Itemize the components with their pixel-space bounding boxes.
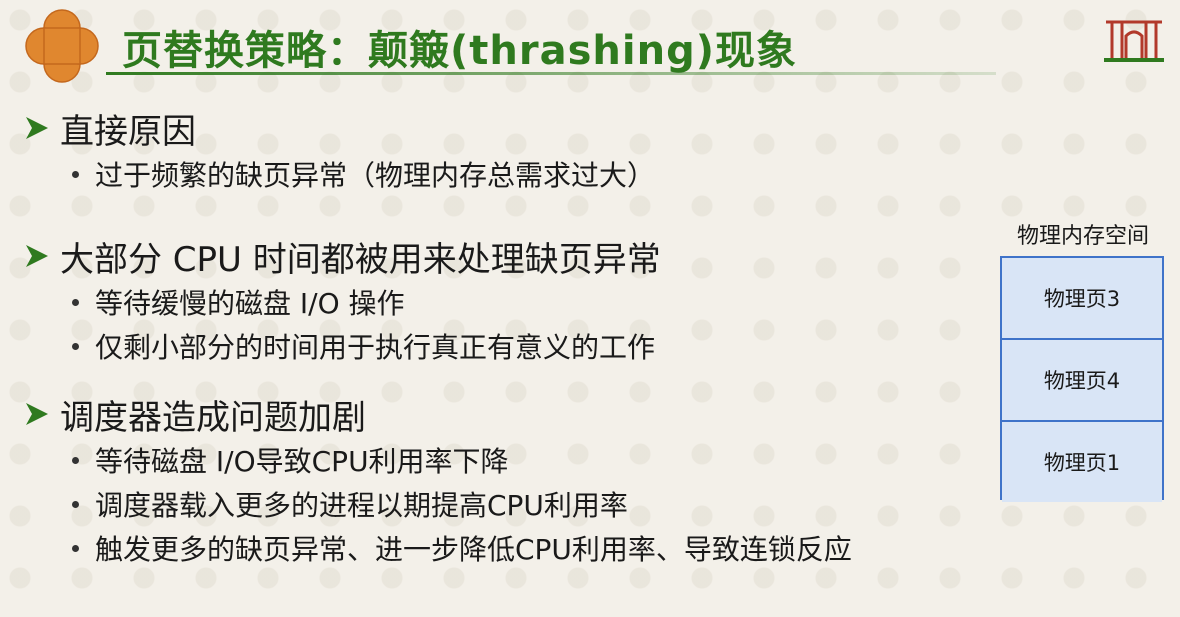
section-heading-text: 直接原因 [60,111,196,152]
section-cpu-time: 大部分 CPU 时间都被用来处理缺页异常 等待缓慢的磁盘 I/O 操作 仅剩小部… [22,232,982,368]
bullet-dot [72,298,79,306]
list-item-text: 触发更多的缺页异常、进一步降低CPU利用率、导致连锁反应 [95,533,852,566]
section-heading-text: 大部分 CPU 时间都被用来处理缺页异常 [60,239,661,280]
list-item-text: 仅剩小部分的时间用于执行真正有意义的工作 [95,331,656,364]
arrow-bullet-icon [26,403,48,425]
section-direct-cause: 直接原因 过于频繁的缺页异常（物理内存总需求过大） [22,104,982,196]
bullet-dot [72,456,79,464]
quatrefoil-badge-icon [25,9,99,83]
section-heading: 直接原因 [22,104,982,152]
memory-diagram: 物理页3 物理页4 物理页1 [1000,256,1164,502]
list-item: 仅剩小部分的时间用于执行真正有意义的工作 [72,324,982,368]
memory-page: 物理页1 [1002,422,1162,502]
list-item-text: 等待磁盘 I/O导致CPU利用率下降 [95,445,509,478]
section-heading: 调度器造成问题加剧 [22,390,982,438]
list-item: 触发更多的缺页异常、进一步降低CPU利用率、导致连锁反应 [72,526,982,570]
list-item: 等待缓慢的磁盘 I/O 操作 [72,280,982,324]
title-underline [106,72,996,75]
bullet-dot [72,342,79,350]
section-heading: 大部分 CPU 时间都被用来处理缺页异常 [22,232,982,280]
list-item: 调度器载入更多的进程以期提高CPU利用率 [72,482,982,526]
list-item-text: 过于频繁的缺页异常（物理内存总需求过大） [95,159,656,192]
list-item-text: 等待缓慢的磁盘 I/O 操作 [95,287,405,320]
arrow-bullet-icon [26,245,48,267]
slide-title: 页替换策略：颠簸(thrashing)现象 [122,28,797,74]
bullet-list: 过于频繁的缺页异常（物理内存总需求过大） [22,152,982,196]
list-item: 过于频繁的缺页异常（物理内存总需求过大） [72,152,982,196]
arrow-bullet-icon [26,117,48,139]
memory-page: 物理页3 [1002,258,1162,340]
bullet-list: 等待磁盘 I/O导致CPU利用率下降 调度器载入更多的进程以期提高CPU利用率 … [22,438,982,570]
list-item: 等待磁盘 I/O导致CPU利用率下降 [72,438,982,482]
bullet-dot [72,500,79,508]
slide-header: 页替换策略：颠簸(thrashing)现象 [0,0,1180,96]
bullet-dot [72,544,79,552]
memory-page: 物理页4 [1002,340,1162,422]
section-heading-text: 调度器造成问题加剧 [60,397,366,438]
slide-body: 直接原因 过于频繁的缺页异常（物理内存总需求过大） 大部分 CPU 时间都被用来… [22,104,982,592]
bullet-list: 等待缓慢的磁盘 I/O 操作 仅剩小部分的时间用于执行真正有意义的工作 [22,280,982,368]
bullet-dot [72,170,79,178]
memory-space-label: 物理内存空间 [1016,224,1149,249]
list-item-text: 调度器载入更多的进程以期提高CPU利用率 [95,489,628,522]
university-logo-icon [1104,20,1164,62]
section-scheduler: 调度器造成问题加剧 等待磁盘 I/O导致CPU利用率下降 调度器载入更多的进程以… [22,390,982,570]
